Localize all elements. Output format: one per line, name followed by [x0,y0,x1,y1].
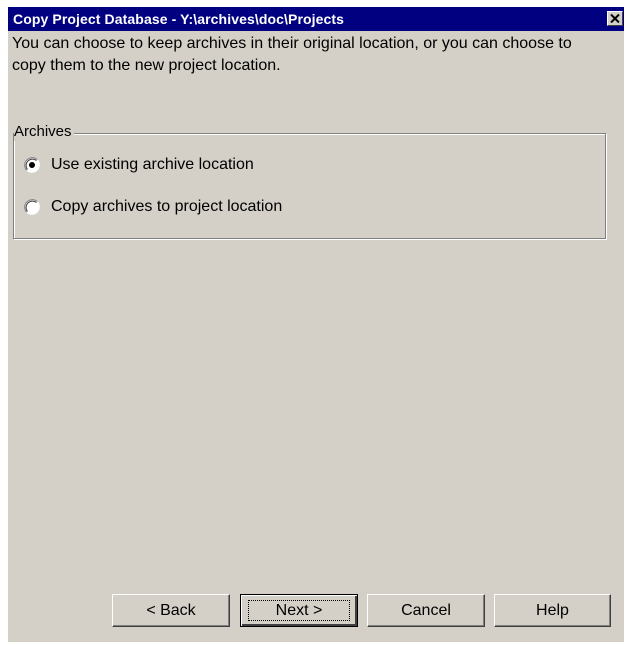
window-title: Copy Project Database - Y:\archives\doc\… [13,11,345,27]
title-bar[interactable]: Copy Project Database - Y:\archives\doc\… [8,7,624,31]
next-button[interactable]: Next > [240,594,358,627]
intro-text: You can choose to keep archives in their… [12,35,572,74]
archives-groupbox [13,133,606,239]
close-icon [610,14,620,23]
radio-label-use-existing[interactable]: Use existing archive location [51,156,254,174]
close-button[interactable] [607,11,623,26]
radio-use-existing-location[interactable]: Use existing archive location [24,154,254,176]
radio-label-copy-archives[interactable]: Copy archives to project location [51,198,282,216]
archives-group-label: Archives [14,123,74,141]
back-button[interactable]: < Back [112,594,230,627]
radio-button-unselected-icon[interactable] [24,199,40,215]
cancel-button[interactable]: Cancel [367,594,485,627]
next-button-label: Next > [248,600,350,621]
copy-project-database-dialog: Copy Project Database - Y:\archives\doc\… [8,7,624,642]
help-button[interactable]: Help [494,594,611,627]
radio-copy-to-project-location[interactable]: Copy archives to project location [24,196,282,218]
radio-button-selected-icon[interactable] [24,157,40,173]
